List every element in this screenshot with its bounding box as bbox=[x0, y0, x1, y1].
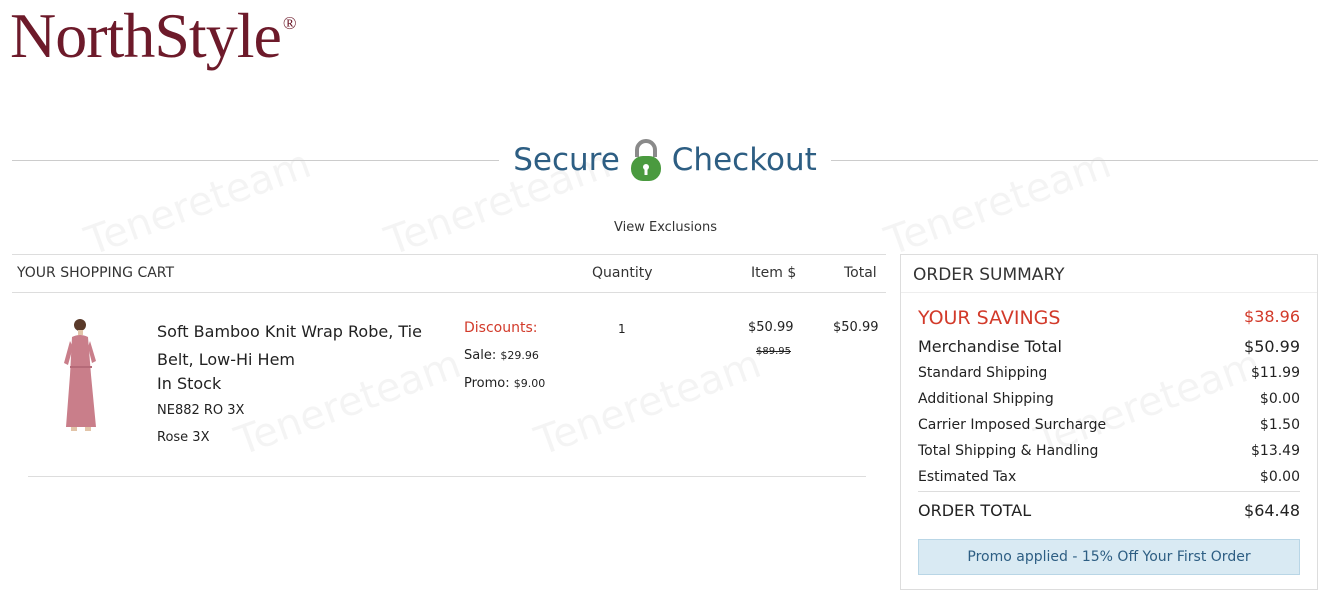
divider bbox=[28, 476, 866, 477]
sale-discount: Sale: $29.96 bbox=[464, 348, 539, 363]
cart-heading: YOUR SHOPPING CART bbox=[17, 265, 175, 281]
product-image[interactable] bbox=[58, 315, 104, 435]
summary-row: Standard Shipping $11.99 bbox=[918, 365, 1300, 381]
divider bbox=[12, 159, 500, 161]
secure-checkout-header: Secure Checkout bbox=[12, 137, 1319, 183]
title-secure: Secure bbox=[513, 142, 620, 178]
summary-row: Total Shipping & Handling $13.49 bbox=[918, 443, 1300, 459]
promo-applied-banner: Promo applied - 15% Off Your First Order bbox=[918, 539, 1300, 575]
item-quantity: 1 bbox=[618, 322, 626, 336]
product-name-link[interactable]: Soft Bamboo Knit Wrap Robe, Tie Belt, Lo… bbox=[157, 318, 457, 374]
lock-icon bbox=[628, 137, 664, 183]
watermark: Tenereteam bbox=[529, 341, 767, 465]
divider bbox=[830, 159, 1319, 161]
summary-row: Estimated Tax $0.00 bbox=[918, 469, 1300, 485]
summary-row: Additional Shipping $0.00 bbox=[918, 391, 1300, 407]
item-price: $50.99 bbox=[748, 320, 794, 335]
order-summary-panel: ORDER SUMMARY YOUR SAVINGS $38.96 Merchan… bbox=[900, 254, 1318, 590]
order-summary-heading: ORDER SUMMARY bbox=[913, 265, 1065, 285]
savings-row: YOUR SAVINGS $38.96 bbox=[918, 307, 1300, 329]
col-item-price: Item $ bbox=[751, 265, 797, 281]
item-total: $50.99 bbox=[833, 320, 879, 335]
merchandise-total-row: Merchandise Total $50.99 bbox=[918, 337, 1300, 356]
discounts-label: Discounts: bbox=[464, 320, 538, 336]
divider bbox=[901, 292, 1317, 293]
order-total-row: ORDER TOTAL $64.48 bbox=[918, 501, 1300, 520]
col-total: Total bbox=[844, 265, 877, 281]
promo-discount: Promo: $9.00 bbox=[464, 376, 546, 391]
title-checkout: Checkout bbox=[671, 142, 817, 178]
product-sku: NE882 RO 3X bbox=[157, 403, 245, 418]
col-quantity: Quantity bbox=[592, 265, 653, 281]
store-logo[interactable]: NorthStyle ® bbox=[10, 4, 297, 68]
divider bbox=[918, 491, 1300, 492]
summary-row: Carrier Imposed Surcharge $1.50 bbox=[918, 417, 1300, 433]
original-price: $89.95 bbox=[756, 346, 791, 357]
cart-header: YOUR SHOPPING CART Quantity Item $ Total bbox=[12, 254, 886, 293]
view-exclusions-link[interactable]: View Exclusions bbox=[614, 220, 717, 235]
product-color-size: Rose 3X bbox=[157, 430, 210, 445]
stock-status: In Stock bbox=[157, 374, 222, 393]
